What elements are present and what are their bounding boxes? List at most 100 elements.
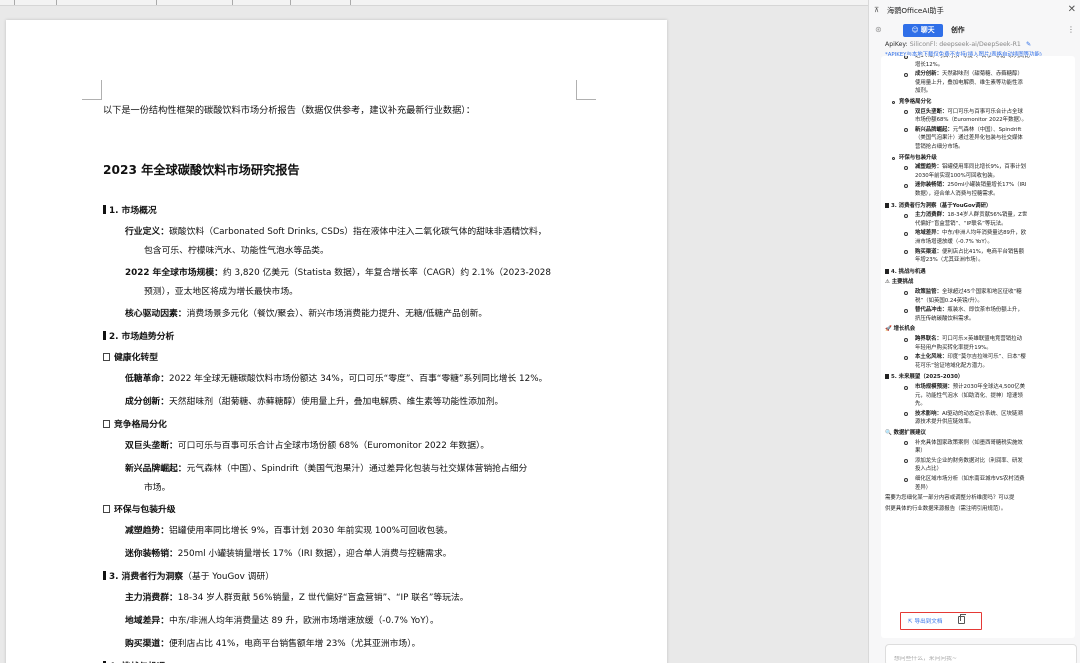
- paragraph-text: 便利店占比 41%，电商平台销售额年增 23%（尤其亚洲市场）。: [169, 639, 421, 649]
- chat-list-item: 替代品冲击：瓶装水、即饮茶市场份额上升，: [904, 307, 1023, 314]
- more-icon[interactable]: ⋮: [1067, 25, 1075, 34]
- history-icon[interactable]: ⊛: [875, 25, 882, 34]
- paragraph-lead: 行业定义：: [125, 227, 169, 237]
- doc-paragraph: 新兴品牌崛起：元气森林（中国）、Spindrift（美国气泡果汁）通过差异化包装…: [125, 463, 527, 475]
- subheading-text: 竞争格局分化: [114, 420, 167, 430]
- chat-paragraph: 需要为您细化某一部分内容或调整分析维度吗？可以提: [885, 495, 1015, 502]
- panel-tabs: ⊛ ☺ 聊天 创作 ⋮: [869, 23, 1080, 39]
- paragraph-lead: 购买渠道：: [125, 639, 169, 649]
- chat-paragraph: 供更具体的行业数据来源报告（需注明引用规范）。: [885, 505, 1007, 512]
- doc-heading: 2. 市场趋势分析: [103, 331, 174, 343]
- paragraph-text: 18-34 岁人群贡献 56%销量，Z 世代偏好“盲盒营销”、“IP 联名”等玩…: [177, 593, 469, 603]
- toolbar-strip: [0, 0, 868, 6]
- bullet-icon: [904, 165, 908, 170]
- chat-item-text: 便利店占比41%，电商平台销售额: [941, 248, 1025, 255]
- chat-item-continued: 税”（如英国0.24英镑/升）。: [915, 297, 983, 304]
- chat-item-lead: 购买渠道：: [915, 248, 942, 255]
- chat-heading: 4. 挑战与机遇: [885, 268, 926, 276]
- chat-list-item: 迷你装畅销：250ml小罐装销量增长17%（IRI: [904, 182, 1026, 189]
- bullet-icon: [904, 290, 908, 295]
- doc-title: 2023 年全球碳酸饮料市场研究报告: [103, 163, 300, 177]
- paragraph-lead: 主力消费群：: [125, 593, 178, 603]
- doc-paragraph: 减塑趋势：铝罐使用率同比增长 9%，百事计划 2030 年前实现 100%可回收…: [125, 525, 453, 537]
- chat-item-continued: 投入占比）: [915, 466, 942, 473]
- chat-item-continued: 年轻用户购买转化率提升19%。: [915, 344, 992, 351]
- chat-item-lead: 政策监管：: [915, 289, 942, 295]
- tab-create[interactable]: 创作: [951, 24, 965, 37]
- paragraph-text: 元气森林（中国）、Spindrift（美国气泡果汁）通过差异化包装与社交媒体营销…: [186, 464, 528, 474]
- bullet-icon: [904, 250, 908, 255]
- paragraph-text: 碳酸饮料（Carbonated Soft Drinks, CSDs）指在液体中注…: [169, 227, 547, 237]
- tab-chat[interactable]: ☺ 聊天: [903, 24, 943, 37]
- chat-list-item: 地域差异：中东/非洲人均年消费量达89升，欧: [904, 230, 1026, 237]
- chat-item-lead: 技术影响：: [915, 410, 942, 417]
- doc-intro: 以下是一份结构性框架的碳酸饮料市场分析报告（数据仅供参考，建议补充最新行业数据）…: [103, 105, 476, 116]
- apikey-value[interactable]: SiliconFl: deepseek-ai/DeepSeek-R1: [910, 41, 1021, 48]
- bullet-icon: [892, 156, 895, 160]
- checkbox-icon: [103, 420, 110, 428]
- paragraph-lead: 2022 年全球市场规模：: [125, 268, 223, 278]
- chat-item-continued: 差异）: [915, 484, 932, 491]
- chat-list-item: 达34%。可口可乐“零度”、百事“零糖”系列同比: [904, 56, 1030, 60]
- crop-mark-right: [576, 80, 596, 100]
- chat-item-continued: 2030年前实现100%可回收包装。: [915, 172, 999, 179]
- doc-paragraph-continued: 预测），亚太地区将成为增长最快市场。: [144, 287, 298, 297]
- pin-icon[interactable]: ⊼: [874, 6, 879, 14]
- bullet-icon: [904, 412, 908, 417]
- chat-item-text: 细化区域市场分析（如东南亚城市VS农村消费: [915, 476, 1025, 482]
- chat-list-item: 市场规模预测：预计2030年全球达4,500亿美: [904, 384, 1026, 391]
- chat-item-text: 预计2030年全球达4,500亿美: [952, 384, 1026, 390]
- bullet-icon: [904, 128, 908, 133]
- chat-item-continued: （美国气泡果汁）通过差异化包装与社交媒体: [915, 135, 1023, 142]
- doc-paragraph: 主力消费群：18-34 岁人群贡献 56%销量，Z 世代偏好“盲盒营销”、“IP…: [125, 592, 469, 604]
- apikey-row: ApiKey: SiliconFl: deepseek-ai/DeepSeek-…: [885, 41, 1032, 48]
- chat-item-text: 瓶装水、即饮茶市场份额上升，: [947, 307, 1023, 314]
- chat-heading: 3. 消费者行为洞察（基于YouGov调研）: [885, 202, 991, 210]
- edit-icon[interactable]: ✎: [1026, 41, 1031, 48]
- apikey-label: ApiKey: [885, 41, 906, 48]
- chat-list-item: 跨界联名：可口可乐×英雄联盟电竞营销拉动: [904, 336, 1022, 343]
- chat-item-lead: 成分创新：: [915, 71, 942, 78]
- close-icon[interactable]: ✕: [1068, 4, 1076, 15]
- app-window: 以下是一份结构性框架的碳酸饮料市场分析报告（数据仅供参考，建议补充最新行业数据）…: [0, 0, 1080, 663]
- chat-list-item: 主力消费群：18-34岁人群贡献56%销量，Z世: [904, 212, 1027, 219]
- paragraph-text: 天然甜味剂（甜菊糖、赤藓糖醇）使用量上升，叠加电解质、维生素等功能性添加剂。: [169, 397, 504, 407]
- chat-item-continued: 市场份额68%（Euromonitor 2022年数据）。: [915, 117, 1027, 124]
- copy-icon[interactable]: [958, 614, 966, 624]
- heading-text: 3. 消费者行为洞察: [109, 572, 184, 582]
- heading-marker: [103, 205, 106, 214]
- chat-input[interactable]: [894, 656, 1074, 662]
- heading-marker: [103, 331, 106, 340]
- subheading-text: 健康化转型: [114, 353, 158, 363]
- chat-item-continued: 元，功能性气泡水（如助消化、提神）增速领: [915, 392, 1023, 399]
- export-to-document-button[interactable]: ⇱ 导出到文档: [908, 617, 942, 625]
- heading-marker: [885, 202, 889, 208]
- bullet-icon: [904, 308, 908, 313]
- chat-input-box[interactable]: [885, 644, 1077, 663]
- paragraph-lead: 低糖革命：: [125, 374, 169, 384]
- chat-item-text: 全球超过45个国家和地区征收“糖: [941, 289, 1022, 295]
- bullet-icon: [904, 231, 908, 236]
- chat-subheading: 竞争格局分化: [892, 99, 931, 106]
- chat-heading-text: 4. 挑战与机遇: [891, 268, 926, 275]
- bullet-icon: [904, 72, 908, 77]
- doc-paragraph: 迷你装畅销：250ml 小罐装销量增长 17%（IRI 数据），迎合单人消费与控…: [125, 548, 452, 560]
- document-page[interactable]: 以下是一份结构性框架的碳酸饮料市场分析报告（数据仅供参考，建议补充最新行业数据）…: [6, 20, 667, 663]
- paragraph-lead: 迷你装畅销：: [125, 549, 178, 559]
- chat-item-continued: 营销抢占细分市场。: [915, 144, 964, 150]
- chat-section: ⚠ 主要挑战: [885, 279, 914, 286]
- paragraph-lead: 地域差异：: [125, 616, 169, 626]
- chat-list-item: 本土化风味：印度“莫尔吉拉味可乐”、日本“樱: [904, 354, 1026, 361]
- chat-section: 🚀 增长机会: [885, 326, 916, 333]
- bullet-icon: [904, 337, 908, 342]
- bullet-icon: [904, 183, 908, 188]
- panel-title: 海鹦OfficeAI助手: [887, 6, 944, 15]
- chat-item-lead: 新兴品牌崛起：: [915, 126, 953, 133]
- paragraph-lead: 减塑趋势：: [125, 526, 169, 536]
- chat-message-area[interactable]: 达34%。可口可乐“零度”、百事“零糖”系列同比 增长12%。 成分创新：天然甜味剂…: [881, 56, 1075, 638]
- chat-list-item: 新兴品牌崛起：元气森林（中国）、Spindrift: [904, 126, 1021, 134]
- chat-item-lead: 主力消费群：: [915, 212, 948, 219]
- bullet-icon: [892, 101, 895, 104]
- chat-list-item: 双巨头垄断：可口可乐与百事可乐合计占全球: [904, 109, 1023, 116]
- doc-paragraph: 行业定义：碳酸饮料（Carbonated Soft Drinks, CSDs）指…: [125, 226, 547, 238]
